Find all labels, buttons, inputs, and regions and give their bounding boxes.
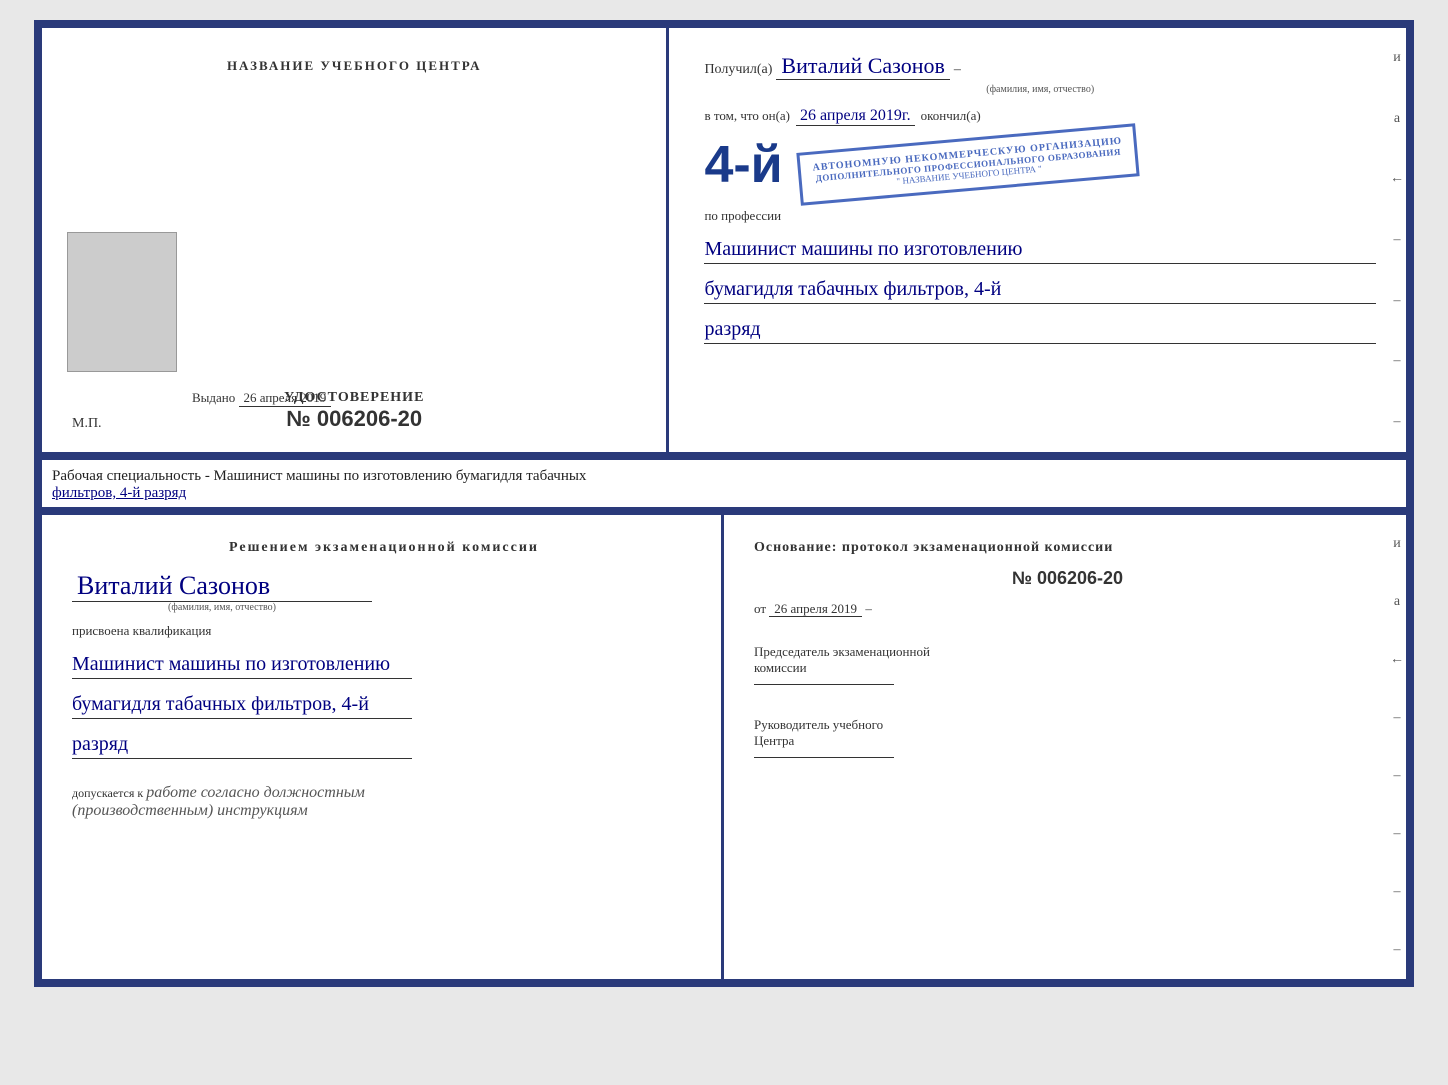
mp-label: М.П. — [72, 416, 102, 432]
poluchil-prefix: Получил(а) — [704, 62, 772, 78]
vtom-prefix: в том, что он(а) — [704, 108, 790, 124]
ot-date: 26 апреля 2019 — [769, 601, 862, 617]
top-cert-right: Получил(а) Виталий Сазонов – (фамилия, и… — [669, 28, 1406, 452]
dopuskaetsya-text2: (производственным) инструкциям — [72, 802, 308, 819]
bottom-profession-line2: бумагидля табачных фильтров, 4-й — [72, 693, 412, 719]
stamp-block: АВТОНОМНУЮ НЕКОММЕРЧЕСКУЮ ОРГАНИЗАЦИЮ ДО… — [796, 123, 1140, 205]
specialty-label: Рабочая специальность - Машинист машины … — [34, 460, 1414, 507]
bottom-certificate: Решением экзаменационной комиссии Витали… — [34, 507, 1414, 987]
rukovoditel-signature — [754, 757, 894, 758]
osnovanie-text: Основание: протокол экзаменационной коми… — [754, 540, 1381, 556]
ot-prefix: от — [754, 601, 766, 616]
specialty-prefix: Рабочая специальность - Машинист машины … — [52, 468, 586, 484]
prisvoena: присвоена квалификация — [72, 623, 696, 639]
fio-hint: (фамилия, имя, отчество) — [704, 84, 1376, 95]
resheniem-title: Решением экзаменационной комиссии — [72, 540, 696, 556]
predsedatel-signature — [754, 684, 894, 685]
bottom-name-block: Виталий Сазонов (фамилия, имя, отчество) — [72, 571, 696, 613]
top-center-title: НАЗВАНИЕ УЧЕБНОГО ЦЕНТРА — [227, 58, 482, 74]
bottom-profession-line1: Машинист машины по изготовлению — [72, 653, 412, 679]
bottom-profession-line3: разряд — [72, 733, 412, 759]
profession-line1: Машинист машины по изготовлению — [704, 238, 1376, 264]
okonchil-suffix: окончил(а) — [921, 108, 981, 124]
bottom-recipient-name: Виталий Сазонов — [72, 571, 372, 602]
poluchil-line: Получил(а) Виталий Сазонов – (фамилия, и… — [704, 53, 1376, 95]
top-certificate: НАЗВАНИЕ УЧЕБНОГО ЦЕНТРА УДОСТОВЕРЕНИЕ №… — [34, 20, 1414, 460]
predsedatel-line1: Председатель экзаменационной — [754, 644, 1381, 660]
profession-line2: бумагидля табачных фильтров, 4-й — [704, 278, 1376, 304]
big-number: 4-й — [704, 139, 782, 191]
stamp-area: 4-й АВТОНОМНУЮ НЕКОММЕРЧЕСКУЮ ОРГАНИЗАЦИ… — [704, 138, 1376, 191]
side-decoration-top: и а ← – – – – — [1388, 28, 1406, 452]
vydano-block: Выдано 26 апреля 2019 — [192, 390, 331, 407]
predsedatel-block: Председатель экзаменационной комиссии — [754, 644, 1381, 685]
side-decoration-bottom: и а ← – – – – – — [1388, 515, 1406, 979]
dopuskaetsya-text: работе согласно должностным — [146, 784, 365, 801]
vydano-date: 26 апреля 2019 — [239, 390, 332, 407]
ot-date-line: от 26 апреля 2019 – — [754, 601, 1381, 617]
vtom-line: в том, что он(а) 26 апреля 2019г. окончи… — [704, 107, 1376, 126]
udost-number: № 006206-20 — [284, 406, 424, 432]
dopuskaetsya-block: допускается к работе согласно должностны… — [72, 784, 696, 820]
predsedatel-line2: комиссии — [754, 660, 1381, 676]
protocol-number: № 006206-20 — [754, 568, 1381, 589]
photo-placeholder — [67, 232, 177, 372]
specialty-underline: фильтров, 4-й разряд — [52, 485, 186, 501]
bottom-cert-right: Основание: протокол экзаменационной коми… — [724, 515, 1406, 979]
vydano-label: Выдано — [192, 390, 235, 405]
rukovoditel-line1: Руководитель учебного — [754, 717, 1381, 733]
po-professii: по профессии — [704, 208, 1376, 224]
rukovoditel-line2: Центра — [754, 733, 1381, 749]
bottom-fio-hint: (фамилия, имя, отчество) — [72, 602, 372, 613]
bottom-cert-left: Решением экзаменационной комиссии Витали… — [42, 515, 724, 979]
okoncil-date: 26 апреля 2019г. — [796, 107, 915, 126]
profession-line3: разряд — [704, 318, 1376, 344]
rukovoditel-block: Руководитель учебного Центра — [754, 717, 1381, 758]
top-cert-left: НАЗВАНИЕ УЧЕБНОГО ЦЕНТРА УДОСТОВЕРЕНИЕ №… — [42, 28, 669, 452]
dopuskaetsya-prefix: допускается к — [72, 786, 143, 800]
recipient-name: Виталий Сазонов — [776, 53, 949, 80]
